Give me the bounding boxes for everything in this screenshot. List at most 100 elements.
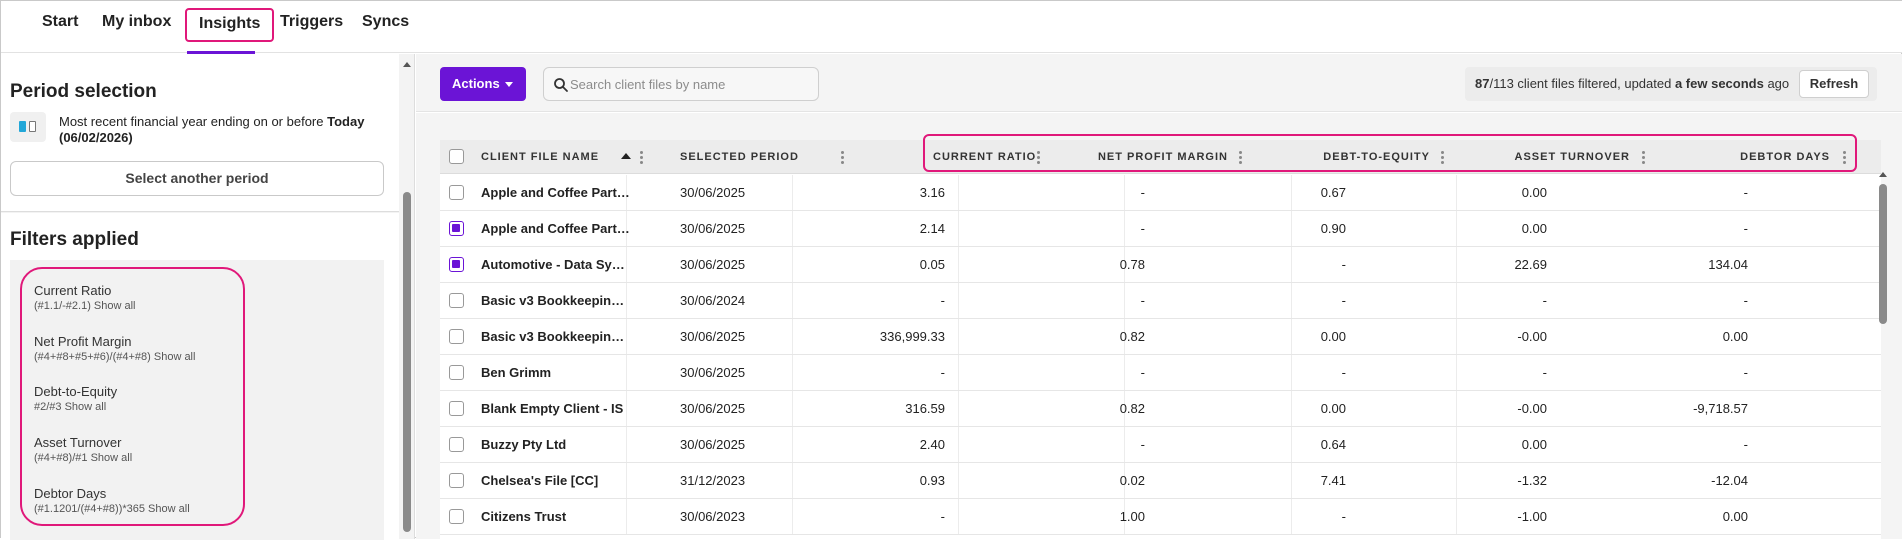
filter-formula[interactable]: (#1.1201/(#4+#8))*365 Show all [34, 502, 254, 516]
net-profit-margin-value: 0.78 [1119, 257, 1145, 272]
filter-formula[interactable]: #2/#3 Show all [34, 400, 254, 414]
debt-to-equity-value: - [1341, 293, 1346, 308]
table-row[interactable]: Apple and Coffee Partners… 30/06/2025 3.16… [440, 175, 1881, 211]
total-count-text: /113 client files filtered, updated [1489, 76, 1675, 91]
debtor-days-value: - [1743, 293, 1748, 308]
debt-to-equity-value: 7.41 [1320, 473, 1346, 488]
row-checkbox[interactable] [449, 293, 464, 308]
table-row[interactable]: Chelsea's File [CC] 31/12/2023 0.93 0.02 7.4… [440, 463, 1881, 499]
search-icon [554, 78, 568, 92]
nav-syncs[interactable]: Syncs [362, 1, 409, 53]
debt-to-equity-value: - [1341, 509, 1346, 524]
column-divider [958, 283, 959, 318]
filter-formula[interactable]: (#1.1/-#2.1) Show all [34, 299, 254, 313]
row-checkbox[interactable] [449, 257, 464, 272]
column-menu-icon[interactable] [640, 151, 643, 164]
filters-list: Current Ratio (#1.1/-#2.1) Show all Net … [10, 260, 384, 540]
debtor-days-value: - [1743, 185, 1748, 200]
period-selection-title: Period selection [10, 81, 157, 102]
row-checkbox[interactable] [449, 437, 464, 452]
client-file-name[interactable]: Apple and Coffee Partners… [481, 175, 631, 210]
row-checkbox[interactable] [449, 473, 464, 488]
scroll-up-icon[interactable] [1879, 172, 1887, 177]
column-divider [958, 463, 959, 498]
table-row[interactable]: Automotive - Data Sync iss… 30/06/2025 0.0… [440, 247, 1881, 283]
column-divider [958, 247, 959, 282]
current-ratio-value: 336,999.33 [879, 329, 945, 344]
left-scroll-thumb[interactable] [403, 192, 411, 532]
net-profit-margin-value: 1.00 [1119, 509, 1145, 524]
select-all-checkbox[interactable] [449, 149, 464, 164]
row-checkbox[interactable] [449, 185, 464, 200]
row-checkbox[interactable] [449, 221, 464, 236]
col-selected-period[interactable]: SELECTED PERIOD [680, 140, 799, 174]
row-checkbox[interactable] [449, 329, 464, 344]
column-menu-icon[interactable] [841, 151, 844, 164]
selected-period: 31/12/2023 [680, 473, 746, 488]
asset-turnover-value: -0.00 [1517, 329, 1547, 344]
sort-ascending-icon[interactable] [621, 153, 631, 159]
client-files-table: CLIENT FILE NAME SELECTED PERIOD CURRENT… [440, 140, 1881, 539]
scroll-up-icon[interactable] [403, 62, 411, 67]
client-file-name[interactable]: Automotive - Data Sync iss… [481, 247, 631, 282]
debtor-days-value: 134.04 [1708, 257, 1748, 272]
current-ratio-value: 0.93 [919, 473, 945, 488]
table-row[interactable]: Ben Grimm 30/06/2025 - - - - - [440, 355, 1881, 391]
debt-to-equity-value: - [1341, 365, 1346, 380]
left-panel-scrollbar[interactable] [403, 62, 411, 532]
row-checkbox[interactable] [449, 365, 464, 380]
table-row[interactable]: Apple and Coffee Partners… 30/06/2025 2.14… [440, 211, 1881, 247]
search-input[interactable] [570, 68, 810, 100]
selected-period: 30/06/2024 [680, 293, 746, 308]
table-row[interactable]: Citizens Trust 30/06/2023-1.00- -1.00 0.00 [440, 499, 1881, 535]
nav-triggers[interactable]: Triggers [280, 1, 343, 53]
debt-to-equity-value: 0.90 [1320, 221, 1346, 236]
client-file-name[interactable]: Chelsea's File [CC] [481, 463, 631, 498]
client-file-name[interactable]: Basic v3 Bookkeeping Sync … [481, 319, 631, 354]
client-file-name[interactable]: Blank Empty Client - IS [481, 391, 631, 426]
table-row[interactable]: Blank Empty Client - IS 30/06/2025 316.59 0… [440, 391, 1881, 427]
client-file-name[interactable]: Citizens Trust [481, 499, 631, 534]
table-row[interactable]: Basic v3 Bookkeeping Sync 30/06/2024 - - - - - [440, 283, 1881, 319]
current-ratio-value: 0.05 [919, 257, 945, 272]
table-row[interactable]: Basic v3 Bookkeeping Sync … 30/06/2025 336… [440, 319, 1881, 355]
filter-name: Debt-to-Equity [34, 384, 118, 399]
search-box[interactable] [543, 67, 819, 101]
nav-my-inbox[interactable]: My inbox [102, 1, 171, 53]
net-profit-margin-value: 0.82 [1119, 329, 1145, 344]
current-ratio-value: 2.40 [919, 437, 945, 452]
filter-formula[interactable]: (#4+#8)/#1 Show all [34, 451, 254, 465]
actions-dropdown-button[interactable]: Actions [440, 67, 526, 101]
table-scrollbar[interactable] [1878, 172, 1888, 539]
column-divider [958, 355, 959, 390]
asset-turnover-value: - [1542, 293, 1547, 308]
asset-turnover-value: - [1542, 365, 1547, 380]
refresh-button[interactable]: Refresh [1799, 70, 1869, 98]
debt-to-equity-value: - [1341, 257, 1346, 272]
col-client-file-name[interactable]: CLIENT FILE NAME [481, 140, 599, 174]
filter-formula[interactable]: (#4+#8+#5+#6)/(#4+#8) Show all [34, 350, 254, 364]
row-checkbox[interactable] [449, 509, 464, 524]
client-file-name[interactable]: Ben Grimm [481, 355, 631, 390]
net-profit-margin-value: - [1140, 437, 1145, 452]
row-checkbox[interactable] [449, 401, 464, 416]
select-another-period-button[interactable]: Select another period [10, 161, 384, 196]
current-ratio-value: 3.16 [919, 185, 945, 200]
table-row[interactable]: Buzzy Pty Ltd 30/06/2025 2.40 - 0.64 0.00 - [440, 427, 1881, 463]
column-divider [958, 391, 959, 426]
client-file-name[interactable]: Basic v3 Bookkeeping Sync [481, 283, 631, 318]
caret-down-icon [505, 82, 513, 87]
selected-period: 30/06/2025 [680, 185, 746, 200]
app-window: Start My inbox Insights Triggers Syncs P… [0, 0, 1902, 540]
table-scroll-thumb[interactable] [1879, 184, 1887, 324]
client-file-name[interactable]: Buzzy Pty Ltd [481, 427, 631, 462]
nav-insights[interactable]: Insights [185, 8, 275, 42]
debt-to-equity-value: 0.67 [1320, 185, 1346, 200]
selected-period: 30/06/2025 [680, 365, 746, 380]
current-ratio-value: 316.59 [905, 401, 945, 416]
current-ratio-value: - [940, 293, 945, 308]
net-profit-margin-value: - [1140, 221, 1145, 236]
nav-start[interactable]: Start [42, 1, 78, 53]
client-file-name[interactable]: Apple and Coffee Partners… [481, 211, 631, 246]
debtor-days-value: - [1743, 365, 1748, 380]
